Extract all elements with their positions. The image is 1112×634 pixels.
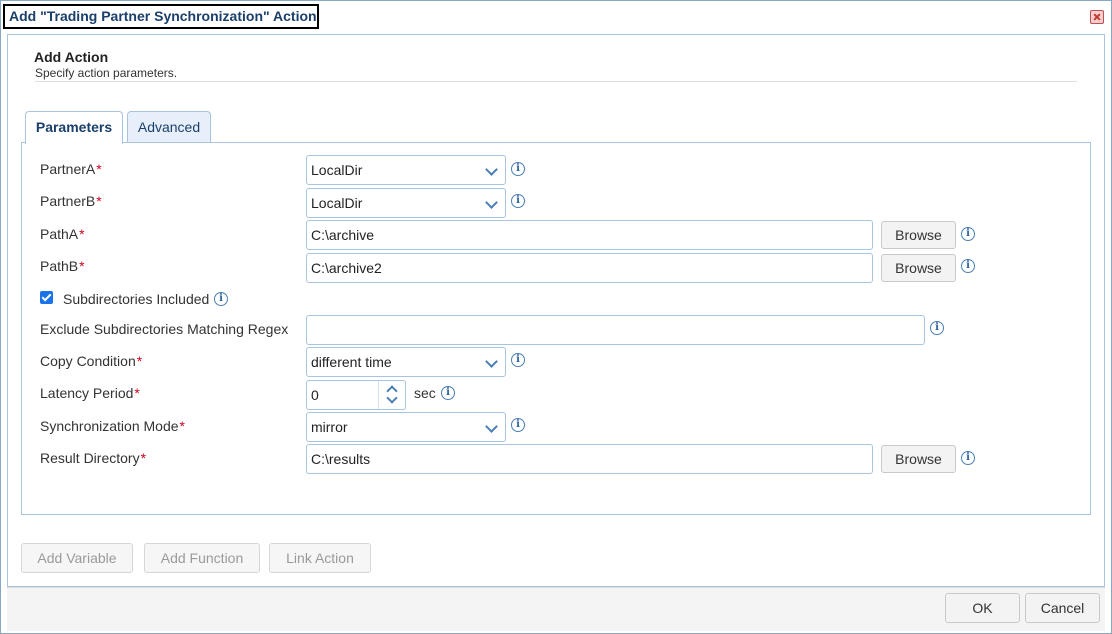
sync-mode-value: mirror [311, 419, 348, 435]
partnerb-value: LocalDir [311, 195, 363, 211]
latency-stepper[interactable]: 0 [306, 380, 406, 410]
pathb-browse-button[interactable]: Browse [881, 254, 956, 282]
patha-browse-button[interactable]: Browse [881, 221, 956, 249]
patha-input[interactable]: C:\archive [306, 220, 873, 250]
partnerb-label: PartnerB* [40, 193, 102, 209]
chevron-down-icon[interactable] [479, 348, 505, 376]
required-mark: * [79, 226, 85, 242]
copy-condition-select[interactable]: different time [306, 347, 506, 377]
result-directory-input[interactable]: C:\results [306, 444, 873, 474]
required-mark: * [134, 385, 140, 401]
title-bar: Add "Trading Partner Synchronization" Ac… [1, 1, 1111, 34]
close-icon[interactable] [1090, 10, 1104, 24]
sync-mode-select[interactable]: mirror [306, 412, 506, 442]
partnera-value: LocalDir [311, 162, 363, 178]
sync-mode-label: Synchronization Mode* [40, 418, 185, 434]
info-icon[interactable]: i [511, 194, 525, 208]
info-icon[interactable]: i [961, 451, 975, 465]
patha-label: PathA* [40, 226, 85, 242]
latency-unit: sec [414, 385, 436, 401]
required-mark: * [140, 450, 147, 466]
result-directory-browse-button[interactable]: Browse [881, 445, 956, 473]
dialog-footer [7, 587, 1105, 631]
tab-advanced[interactable]: Advanced [127, 111, 211, 143]
subdirectories-label: Subdirectories Included [63, 291, 210, 307]
required-mark: * [96, 161, 102, 177]
latency-value: 0 [311, 387, 319, 403]
stepper-buttons[interactable] [378, 381, 405, 409]
info-icon[interactable]: i [961, 227, 975, 241]
dialog: Add "Trading Partner Synchronization" Ac… [0, 0, 1112, 634]
partnera-select[interactable]: LocalDir [306, 155, 506, 185]
chevron-down-icon[interactable] [479, 156, 505, 184]
ok-button[interactable]: OK [945, 593, 1020, 623]
partnerb-select[interactable]: LocalDir [306, 188, 506, 218]
copy-condition-label: Copy Condition* [40, 353, 143, 369]
title-box: Add "Trading Partner Synchronization" Ac… [3, 4, 319, 29]
tab-parameters[interactable]: Parameters [25, 111, 123, 144]
pathb-input[interactable]: C:\archive2 [306, 253, 873, 283]
info-icon[interactable]: i [214, 292, 228, 306]
required-mark: * [136, 353, 143, 369]
exclude-regex-input[interactable] [306, 315, 925, 345]
required-mark: * [96, 193, 102, 209]
copy-condition-value: different time [311, 354, 392, 370]
info-icon[interactable]: i [961, 259, 975, 273]
info-icon[interactable]: i [441, 386, 455, 400]
result-directory-label: Result Directory* [40, 450, 147, 466]
required-mark: * [79, 258, 85, 274]
info-icon[interactable]: i [930, 321, 944, 335]
chevron-down-icon[interactable] [479, 413, 505, 441]
cancel-button[interactable]: Cancel [1025, 593, 1100, 623]
header-divider [35, 81, 1077, 82]
add-variable-button[interactable]: Add Variable [21, 543, 133, 573]
link-action-button[interactable]: Link Action [269, 543, 371, 573]
chevron-down-icon[interactable] [386, 392, 398, 404]
info-icon[interactable]: i [511, 162, 525, 176]
info-icon[interactable]: i [511, 418, 525, 432]
pathb-label: PathB* [40, 258, 85, 274]
chevron-down-icon[interactable] [479, 189, 505, 217]
dialog-title: Add "Trading Partner Synchronization" Ac… [9, 8, 317, 24]
info-icon[interactable]: i [511, 353, 525, 367]
section-title: Add Action [34, 49, 109, 65]
add-function-button[interactable]: Add Function [144, 543, 260, 573]
latency-label: Latency Period* [40, 385, 140, 401]
required-mark: * [179, 418, 185, 434]
section-subtitle: Specify action parameters. [35, 66, 178, 80]
exclude-regex-label: Exclude Subdirectories Matching Regex [40, 321, 289, 337]
subdirectories-checkbox[interactable] [40, 291, 53, 304]
partnera-label: PartnerA* [40, 161, 102, 177]
